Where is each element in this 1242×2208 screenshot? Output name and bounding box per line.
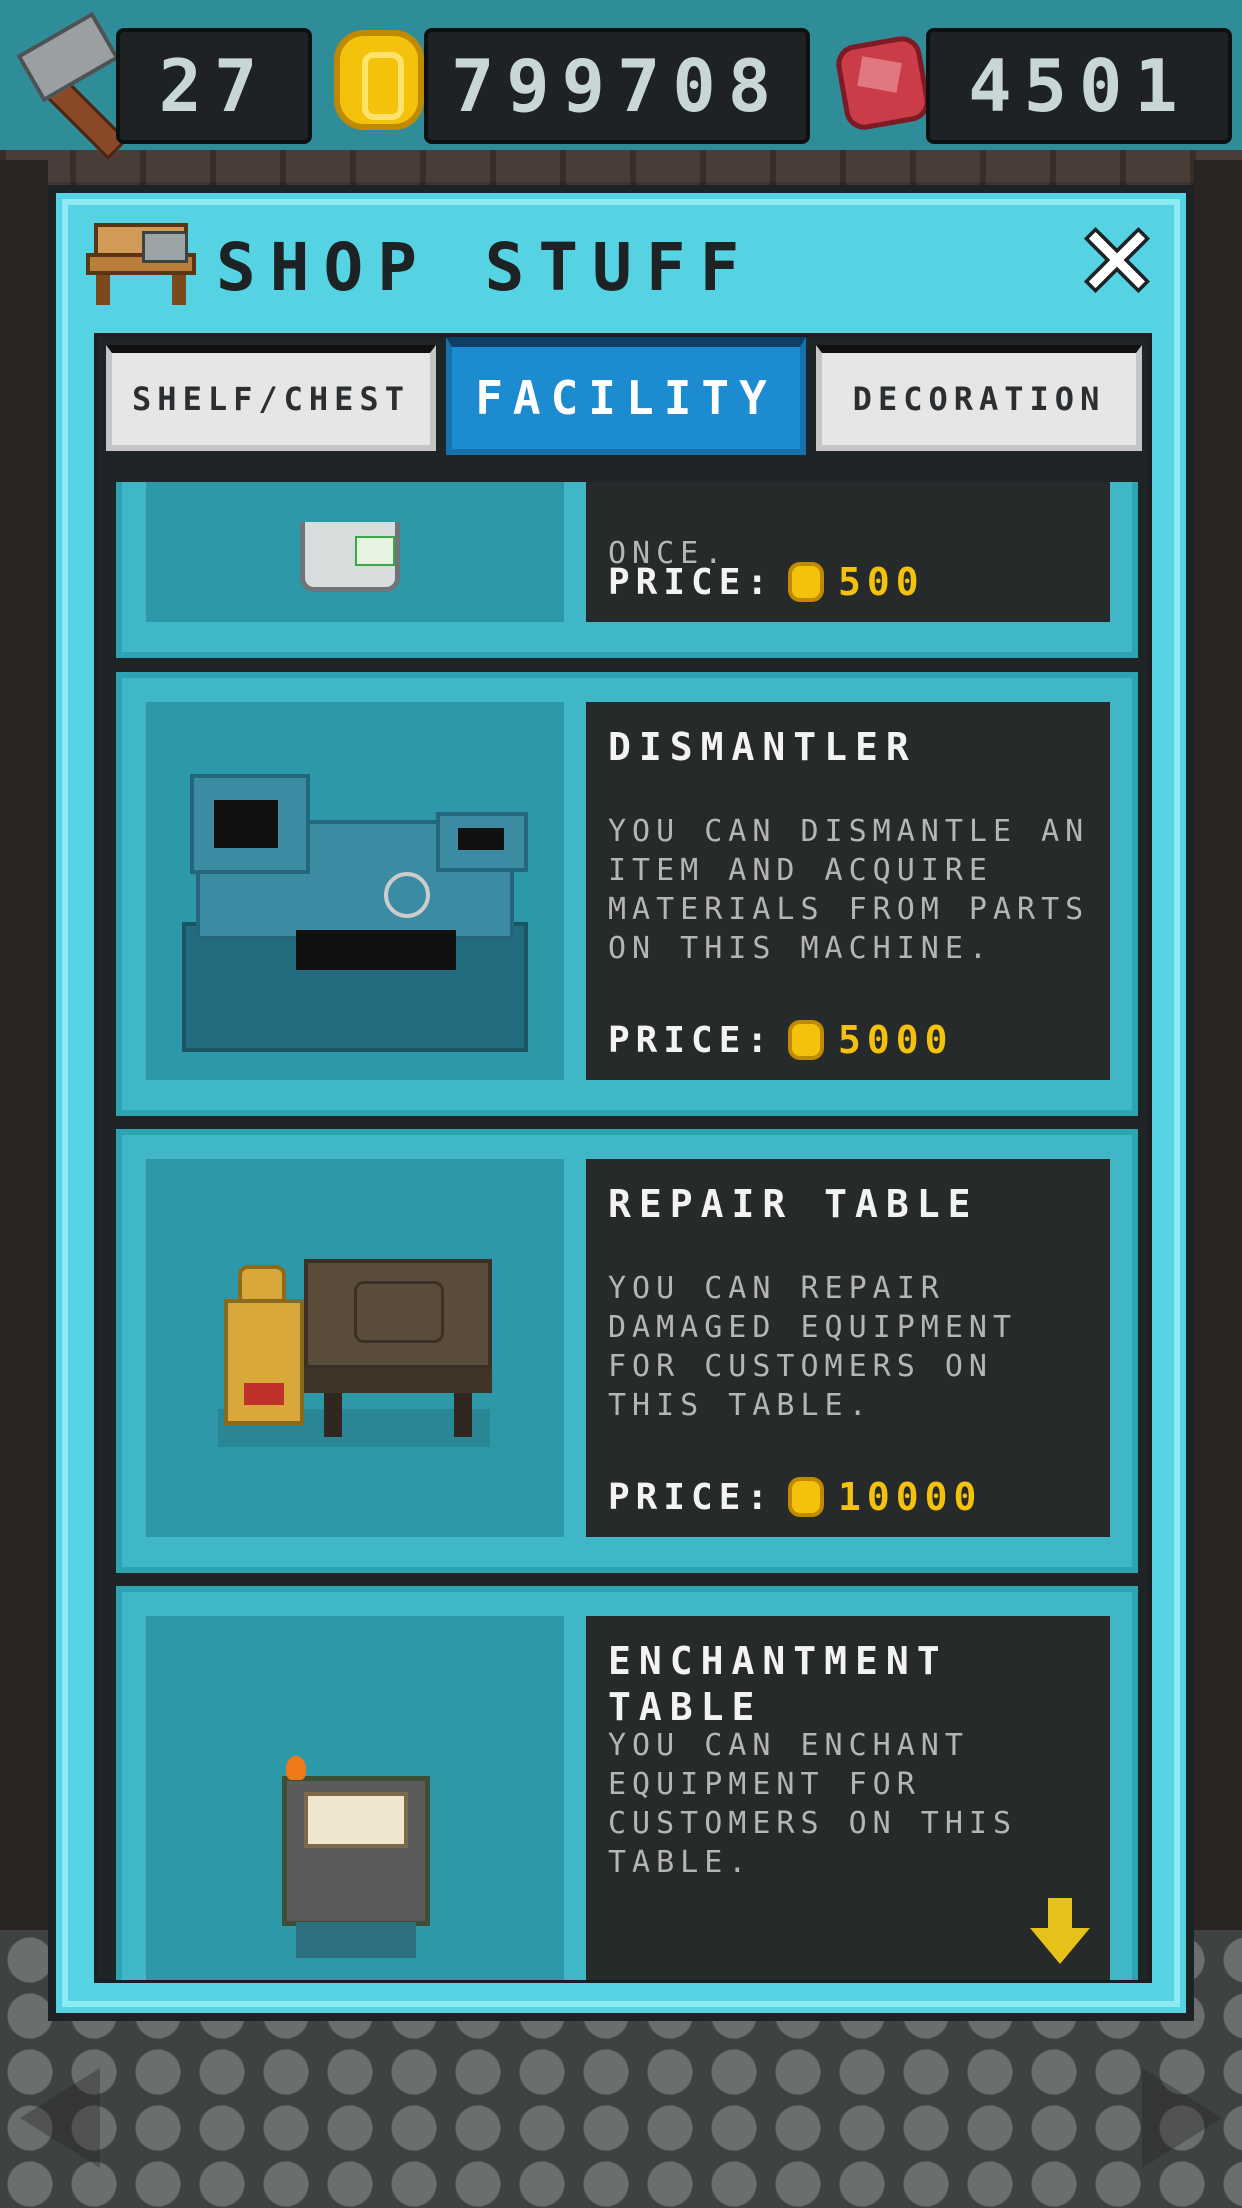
item-name: REPAIR TABLE [608, 1182, 979, 1226]
list-item-dismantler[interactable]: DISMANTLER YOU CAN DISMANTLE AN ITEM AND… [116, 672, 1138, 1116]
item-description: YOU CAN DISMANTLE AN ITEM AND ACQUIRE MA… [608, 814, 1090, 966]
coin-icon [334, 30, 424, 130]
coin-icon [788, 1477, 825, 1517]
item-name: DISMANTLER [608, 725, 917, 769]
coin-icon [788, 562, 825, 602]
item-image [146, 1159, 564, 1537]
tab-shelf-chest[interactable]: SHELF/CHEST [106, 345, 436, 451]
coin-icon [788, 1020, 825, 1060]
resource-hud: 27 799708 4501 [0, 0, 1242, 160]
repair-table-icon [224, 1299, 304, 1425]
tabs-panel: SHELF/CHEST FACILITY DECORATION ONCE. PR… [94, 333, 1152, 1983]
item-description: YOU CAN ENCHANT EQUIPMENT FOR CUSTOMERS … [608, 1728, 1018, 1880]
item-price: PRICE: 500 [608, 560, 925, 604]
tab-decoration[interactable]: DECORATION [816, 345, 1142, 451]
scroll-left-icon[interactable] [20, 2068, 100, 2168]
dismantler-icon [384, 872, 430, 918]
scroll-right-icon[interactable] [1142, 2068, 1222, 2168]
list-item-enchantment-table[interactable]: ENCHANTMENT TABLE YOU CAN ENCHANT EQUIPM… [116, 1586, 1138, 1980]
facility-item-list[interactable]: ONCE. PRICE: 500 DISMANTLER YOU CAN DISM… [116, 482, 1138, 1980]
list-item-repair-table[interactable]: REPAIR TABLE YOU CAN REPAIR DAMAGED EQUI… [116, 1129, 1138, 1573]
gem-counter: 4501 [926, 28, 1232, 144]
item-name: ENCHANTMENT TABLE [608, 1639, 948, 1729]
item-image [146, 702, 564, 1080]
hammer-counter: 27 [116, 28, 312, 144]
close-icon[interactable]: ✕ [1074, 206, 1160, 318]
tab-facility[interactable]: FACILITY [446, 337, 806, 455]
list-item[interactable]: ONCE. PRICE: 500 [116, 482, 1138, 658]
item-image [146, 1616, 564, 1980]
item-price: PRICE: 5000 [608, 1018, 954, 1062]
gem-icon [833, 33, 933, 133]
modal-title: SHOP STUFF [216, 229, 754, 306]
workbench-icon [86, 223, 196, 305]
item-description: YOU CAN REPAIR DAMAGED EQUIPMENT FOR CUS… [608, 1271, 1018, 1423]
coin-counter: 799708 [424, 28, 810, 144]
enchantment-table-icon [304, 1792, 408, 1848]
wall-edge-right [1194, 160, 1242, 1940]
item-image [146, 482, 564, 622]
trash-can-icon [300, 522, 400, 592]
scroll-down-icon[interactable] [1030, 1898, 1090, 1968]
item-price: PRICE: 10000 [608, 1475, 983, 1519]
wall-edge-left [0, 160, 48, 1940]
shop-stuff-modal: SHOP STUFF ✕ SHELF/CHEST FACILITY DECORA… [48, 185, 1194, 2021]
